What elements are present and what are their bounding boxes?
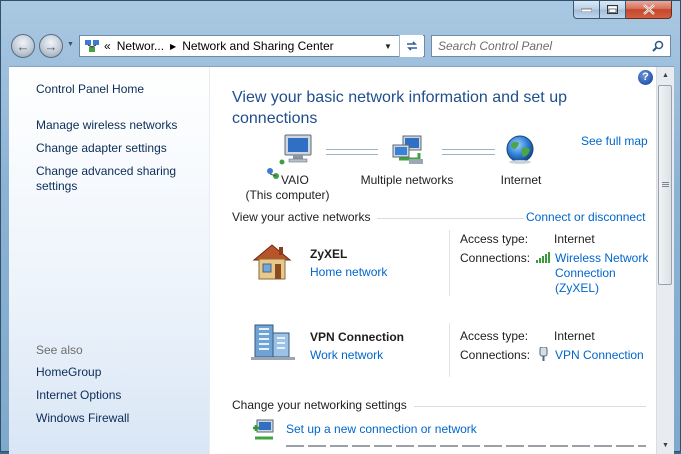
active-networks-rule <box>377 218 524 219</box>
change-settings-rule <box>414 406 646 407</box>
network-center-icon <box>85 40 99 52</box>
wireless-connection-link-line3[interactable]: (ZyXEL) <box>555 281 599 295</box>
window: ← → ▼ « Networ... ▶ Network and Sharing … <box>0 0 681 454</box>
computer-icon <box>279 134 312 165</box>
caption-buttons <box>573 1 672 21</box>
scrollbar-thumb[interactable] <box>658 85 672 285</box>
network-2-access-type-value: Internet <box>554 329 595 343</box>
map-node-computer-sub: (This computer) <box>245 188 330 202</box>
content-area: Control Panel Home Manage wireless netwo… <box>9 66 674 454</box>
map-node-internet: Internet <box>500 173 542 187</box>
minimize-icon <box>581 8 592 12</box>
vpn-connection-link[interactable]: VPN Connection <box>555 348 644 362</box>
home-network-icon <box>252 244 292 280</box>
map-node-computer-name: VAIO <box>281 173 309 187</box>
network-1-divider <box>449 230 450 296</box>
breadcrumb-separator-icon[interactable]: ▶ <box>170 42 176 51</box>
work-network-icon <box>251 324 295 360</box>
main-panel: ? View your basic network information an… <box>209 67 657 454</box>
forward-arrow-icon: → <box>44 38 58 54</box>
network-1-access-type-value: Internet <box>554 232 595 246</box>
wireless-signal-icon <box>536 252 550 263</box>
vertical-scrollbar[interactable]: ▲ ▼ <box>656 67 674 454</box>
network-1-type-link[interactable]: Home network <box>310 265 387 279</box>
sidebar-internet-options[interactable]: Internet Options <box>36 388 121 403</box>
breadcrumb-overflow[interactable]: « <box>104 39 111 53</box>
network-2-divider <box>449 323 450 377</box>
search-input[interactable]: Search Control Panel <box>438 39 552 53</box>
search-icon[interactable] <box>652 40 664 52</box>
network-2-name: VPN Connection <box>310 330 405 344</box>
active-networks-heading: View your active networks <box>232 210 371 224</box>
cutoff-text-line <box>286 441 646 447</box>
vpn-connection-icon <box>539 347 548 361</box>
sidebar: Control Panel Home Manage wireless netwo… <box>9 67 210 454</box>
map-connector-1 <box>326 149 378 155</box>
network-1-connections-label: Connections: <box>460 251 531 265</box>
sidebar-homegroup[interactable]: HomeGroup <box>36 365 101 380</box>
network-1-access-type-label: Access type: <box>460 232 529 246</box>
address-bar[interactable]: « Networ... ▶ Network and Sharing Center… <box>79 35 425 57</box>
map-node-multiple-networks: Multiple networks <box>360 173 454 187</box>
breadcrumb-network-sharing-center[interactable]: Network and Sharing Center <box>182 39 333 53</box>
close-icon <box>642 4 655 15</box>
wireless-connection-link-line2[interactable]: Connection <box>555 266 616 280</box>
refresh-button[interactable] <box>399 35 423 57</box>
network-2-access-type-label: Access type: <box>460 329 529 343</box>
sidebar-change-adapter-settings[interactable]: Change adapter settings <box>36 141 167 156</box>
map-connector-2 <box>442 149 495 155</box>
scroll-down-arrow-icon[interactable]: ▼ <box>657 437 674 454</box>
maximize-button[interactable] <box>600 1 626 19</box>
recent-pages-dropdown[interactable]: ▼ <box>67 41 74 48</box>
internet-globe-icon <box>506 135 534 164</box>
back-button[interactable]: ← <box>11 34 35 58</box>
setup-new-connection-link[interactable]: Set up a new connection or network <box>286 422 477 436</box>
breadcrumb-network[interactable]: Networ... <box>117 39 164 53</box>
minimize-button[interactable] <box>573 1 600 19</box>
wireless-connection-link-line1[interactable]: Wireless Network <box>555 251 648 265</box>
page-title: View your basic network information and … <box>232 89 567 127</box>
refresh-icon <box>406 41 417 51</box>
address-history-dropdown[interactable]: ▼ <box>378 36 398 56</box>
network-1-name: ZyXEL <box>310 247 348 261</box>
help-icon[interactable]: ? <box>638 70 653 85</box>
new-connection-icon <box>253 419 274 440</box>
user-network-icon <box>267 168 279 179</box>
search-box[interactable]: Search Control Panel <box>431 35 671 57</box>
see-full-map-link[interactable]: See full map <box>581 134 648 148</box>
sidebar-control-panel-home[interactable]: Control Panel Home <box>36 82 144 97</box>
scroll-up-arrow-icon[interactable]: ▲ <box>657 67 674 84</box>
network-2-type-link[interactable]: Work network <box>310 348 383 362</box>
sidebar-manage-wireless-networks[interactable]: Manage wireless networks <box>36 118 177 133</box>
forward-button[interactable]: → <box>39 34 63 58</box>
navigation-bar: ← → ▼ « Networ... ▶ Network and Sharing … <box>1 31 681 63</box>
back-arrow-icon: ← <box>16 38 30 54</box>
network-2-connections-label: Connections: <box>460 348 531 362</box>
multiple-networks-icon <box>392 135 423 164</box>
see-also-heading: See also <box>36 343 83 357</box>
sidebar-windows-firewall[interactable]: Windows Firewall <box>36 411 129 426</box>
change-settings-heading: Change your networking settings <box>232 398 407 412</box>
maximize-icon <box>607 5 618 14</box>
connect-or-disconnect-link[interactable]: Connect or disconnect <box>526 210 645 224</box>
sidebar-change-advanced-sharing[interactable]: Change advanced sharing settings <box>36 164 186 194</box>
close-button[interactable] <box>626 1 672 19</box>
